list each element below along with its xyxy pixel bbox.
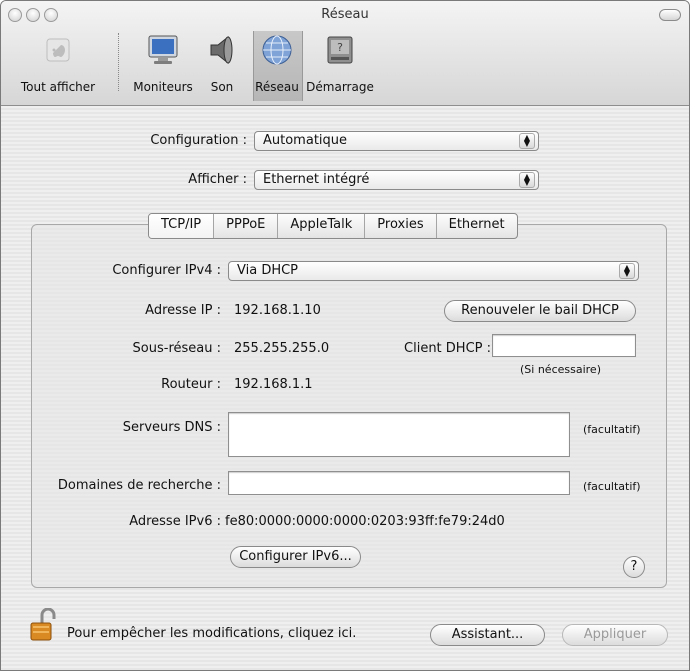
router-value: 192.168.1.1 (234, 377, 313, 392)
tab-proxies[interactable]: Proxies (364, 214, 435, 238)
popup-arrows-icon: ▲ ▼ (619, 263, 635, 279)
toolbar-network[interactable]: Réseau (253, 31, 301, 97)
svg-text:?: ? (337, 41, 343, 54)
network-globe-icon (262, 35, 292, 65)
network-label: Réseau (255, 80, 299, 94)
toolbar-displays[interactable]: Moniteurs (127, 31, 199, 97)
dhcp-client-field[interactable] (492, 334, 636, 357)
sound-label: Son (210, 80, 234, 94)
startup-label: Démarrage (306, 80, 374, 94)
lock-message: Pour empêcher les modifications, cliquez… (67, 626, 357, 641)
configuration-value: Automatique (263, 133, 348, 148)
toolbar-separator (118, 33, 119, 91)
configuration-label: Configuration : (150, 133, 247, 148)
ip-address-label: Adresse IP : (145, 303, 221, 318)
subnet-label: Sous-réseau : (132, 341, 221, 356)
apply-button: Appliquer (562, 624, 668, 646)
lock-icon[interactable] (29, 608, 57, 642)
configure-ipv4-popup[interactable]: Via DHCP ▲ ▼ (228, 261, 639, 281)
assistant-button[interactable]: Assistant... (430, 624, 545, 646)
show-value: Ethernet intégré (263, 172, 370, 187)
popup-arrows-icon: ▲ ▼ (519, 133, 535, 149)
dns-servers-field[interactable] (228, 412, 570, 457)
subnet-value: 255.255.255.0 (234, 341, 330, 356)
help-button[interactable]: ? (623, 556, 645, 578)
content-area: Configuration : Automatique ▲ ▼ Afficher … (1, 106, 689, 670)
title-toolbar: Réseau Tout afficher Moniteurs Son Résea… (1, 1, 689, 106)
displays-label: Moniteurs (133, 80, 193, 94)
if-needed-note: (Si nécessaire) (520, 363, 601, 376)
configure-ipv4-value: Via DHCP (237, 263, 299, 278)
dns-optional-note: (facultatif) (583, 423, 641, 436)
search-domains-optional-note: (facultatif) (583, 480, 641, 493)
ip-address-value: 192.168.1.10 (234, 303, 321, 318)
tab-ethernet[interactable]: Ethernet (435, 214, 517, 238)
speaker-icon (210, 35, 233, 65)
toolbar-sound[interactable]: Son (199, 31, 245, 97)
toolbar-show-all[interactable]: Tout afficher (1, 31, 115, 97)
show-label: Afficher : (188, 172, 247, 187)
network-preferences-window: Réseau Tout afficher Moniteurs Son Résea… (0, 0, 690, 671)
search-domains-label: Domaines de recherche : (57, 478, 221, 493)
dns-servers-label: Serveurs DNS : (122, 420, 221, 435)
startup-disk-icon: ? (327, 36, 353, 64)
show-all-icon (46, 38, 70, 62)
renew-dhcp-lease-button[interactable]: Renouveler le bail DHCP (444, 300, 636, 322)
toolbar-toggle-button[interactable] (659, 9, 681, 21)
tab-tcpip[interactable]: TCP/IP (149, 214, 214, 238)
toolbar-startup[interactable]: ? Démarrage (301, 31, 379, 97)
monitor-icon (148, 35, 178, 64)
configure-ipv6-button[interactable]: Configurer IPv6... (230, 546, 361, 568)
tab-pppoe[interactable]: PPPoE (213, 214, 277, 238)
router-label: Routeur : (161, 377, 221, 392)
search-domains-field[interactable] (228, 471, 570, 495)
popup-arrows-icon: ▲ ▼ (519, 172, 535, 188)
window-title: Réseau (321, 7, 369, 22)
show-all-label: Tout afficher (20, 80, 96, 94)
tab-bar: TCP/IP PPPoE AppleTalk Proxies Ethernet (148, 213, 518, 239)
configure-ipv4-label: Configurer IPv4 : (112, 263, 221, 278)
configuration-popup[interactable]: Automatique ▲ ▼ (254, 131, 539, 151)
ipv6-address-label: Adresse IPv6 : (129, 514, 221, 529)
ipv6-address-value: fe80:0000:0000:0000:0203:93ff:fe79:24d0 (225, 514, 505, 529)
tab-appletalk[interactable]: AppleTalk (277, 214, 364, 238)
show-popup[interactable]: Ethernet intégré ▲ ▼ (254, 170, 539, 190)
dhcp-client-label: Client DHCP : (404, 341, 491, 356)
